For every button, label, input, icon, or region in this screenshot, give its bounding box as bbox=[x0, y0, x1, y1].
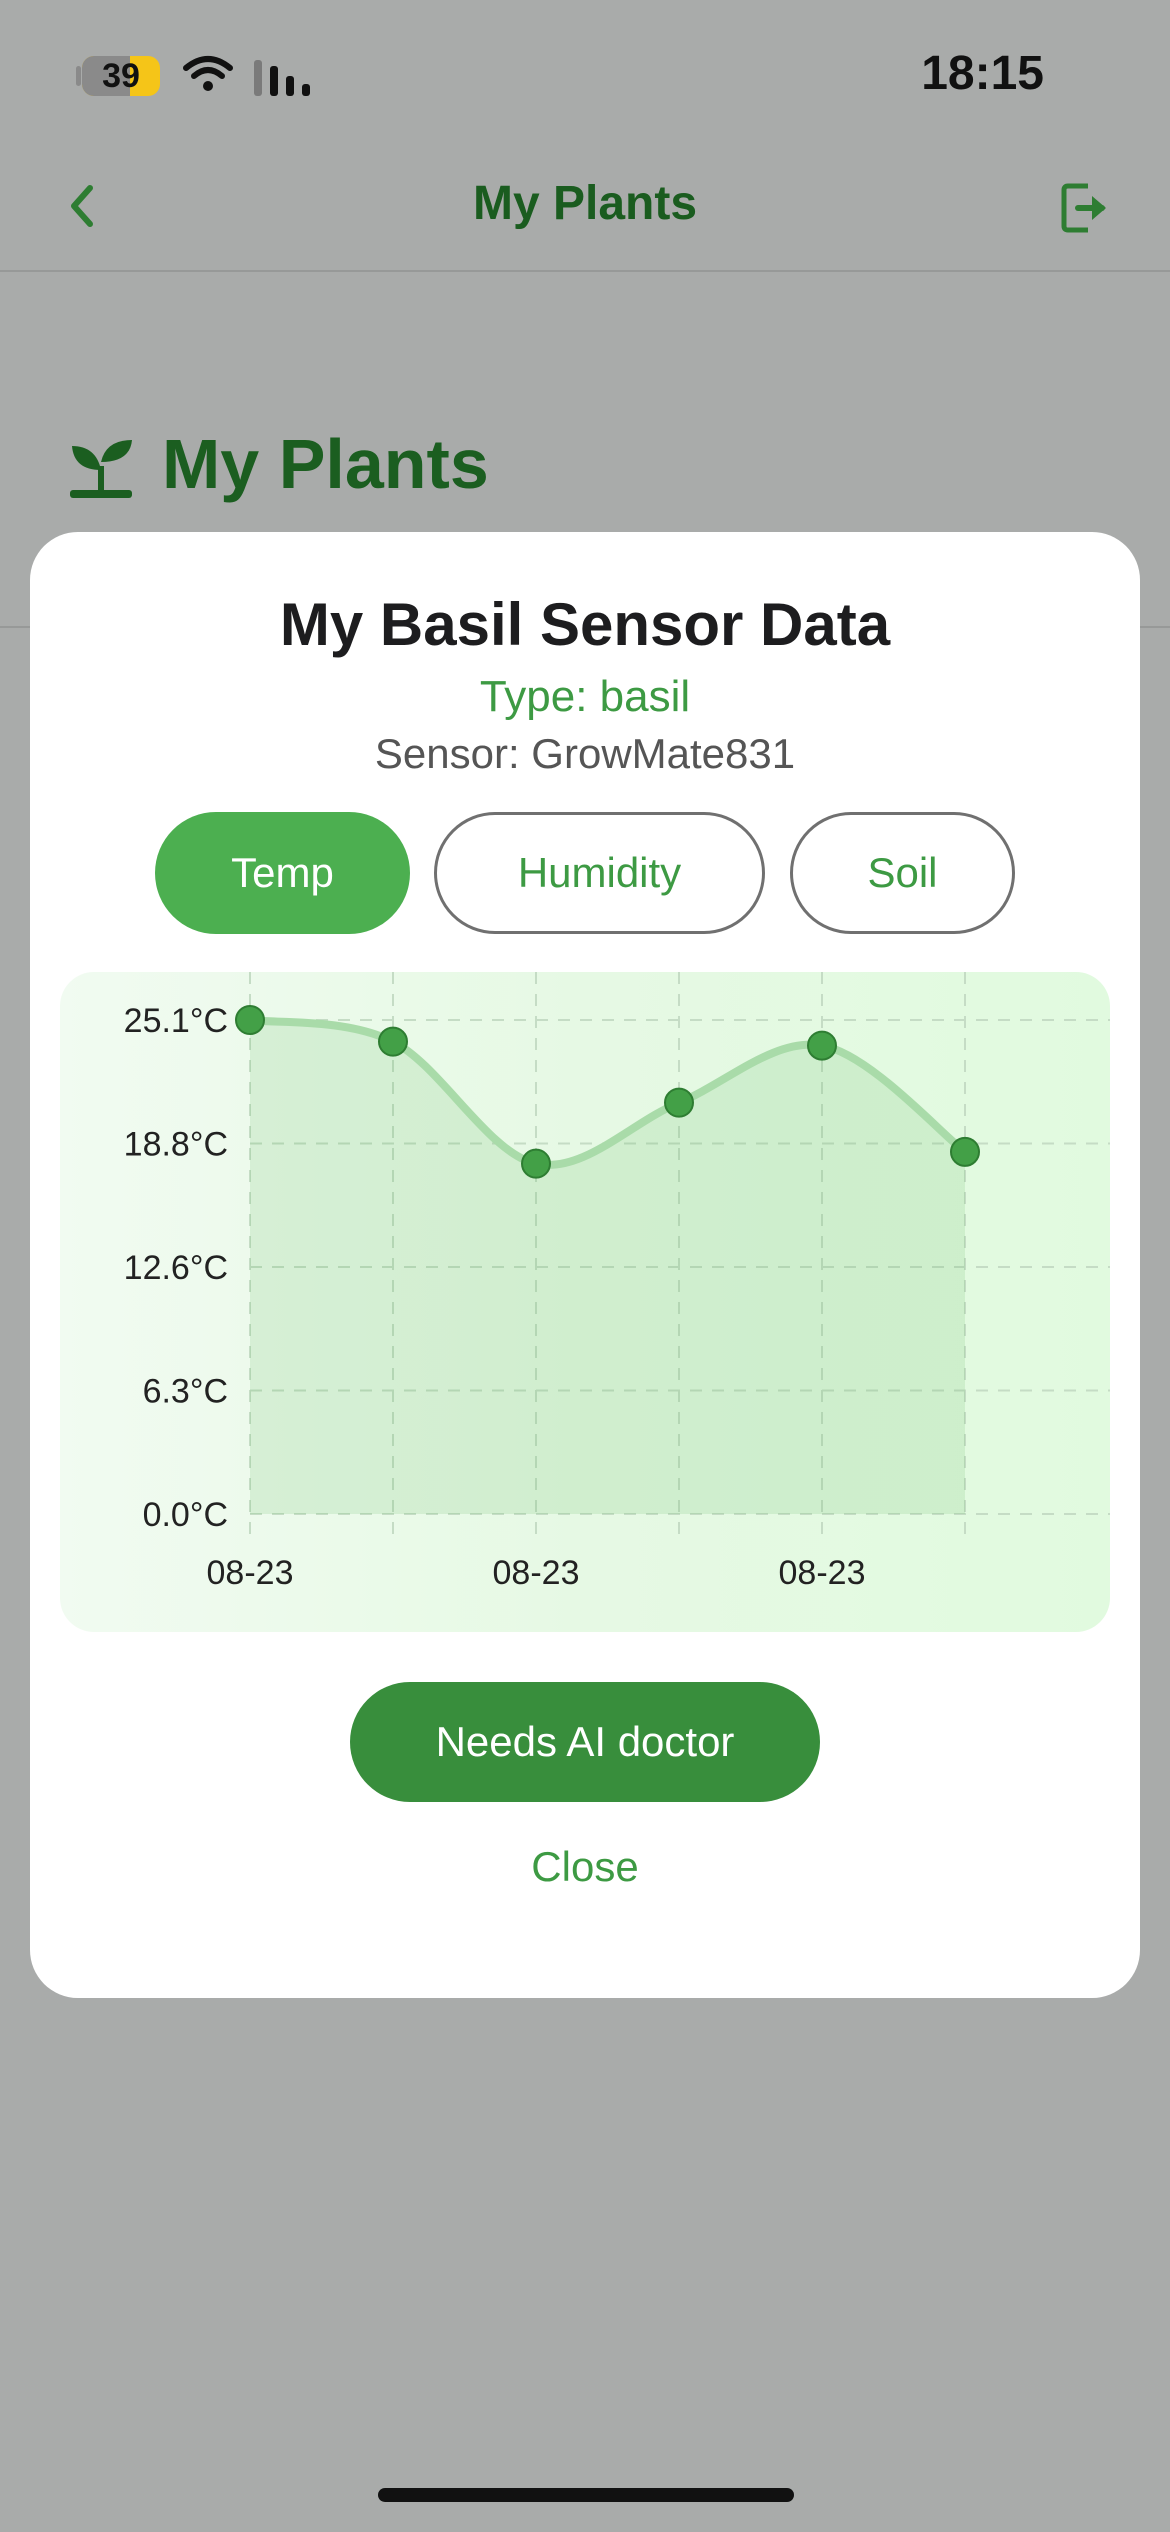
ai-doctor-button[interactable]: Needs AI doctor bbox=[350, 1682, 820, 1802]
close-button[interactable]: Close bbox=[485, 1832, 685, 1902]
status-time: 18:15 bbox=[921, 47, 1044, 100]
y-tick-label: 12.6°C bbox=[124, 1249, 228, 1287]
data-point bbox=[664, 1087, 694, 1118]
y-tick-label: 25.1°C bbox=[124, 1002, 228, 1040]
sprout-icon bbox=[70, 440, 132, 498]
series-area bbox=[250, 1020, 965, 1514]
plant-type-label: Type: basil bbox=[479, 672, 691, 721]
wifi-icon bbox=[183, 56, 233, 91]
x-tick-label: 08-23 bbox=[493, 1554, 580, 1592]
data-point bbox=[807, 1030, 837, 1061]
data-point bbox=[235, 1005, 265, 1035]
y-tick-label: 18.8°C bbox=[124, 1126, 228, 1164]
chart-svg: 25.1°C 18.8°C 12.6°C 6.3°C 0.0°C 08-23 08-23 08… bbox=[124, 972, 1110, 1592]
tab-humidity[interactable]: Humidity bbox=[434, 812, 765, 934]
home-indicator bbox=[378, 2488, 794, 2502]
page-title: My Plants bbox=[162, 425, 489, 503]
sensor-id-label: Sensor: GrowMate831 bbox=[374, 730, 796, 777]
temperature-chart: 25.1°C 18.8°C 12.6°C 6.3°C 0.0°C 08-23 08-23 08… bbox=[60, 972, 1110, 1632]
data-point bbox=[950, 1136, 980, 1167]
logout-icon[interactable] bbox=[1058, 180, 1114, 236]
x-tick-label: 08-23 bbox=[207, 1554, 294, 1592]
battery-icon: 39 bbox=[82, 56, 160, 96]
tab-soil[interactable]: Soil bbox=[790, 812, 1015, 934]
sensor-data-modal: My Basil Sensor Data Type: basil Sensor:… bbox=[30, 532, 1140, 1998]
nav-title: My Plants bbox=[472, 177, 698, 230]
battery-cap bbox=[76, 66, 81, 86]
x-tick-label: 08-23 bbox=[779, 1554, 866, 1592]
tab-temp[interactable]: Temp bbox=[155, 812, 410, 934]
cellular-signal-icon bbox=[254, 60, 310, 96]
y-tick-label: 6.3°C bbox=[143, 1373, 228, 1411]
data-point bbox=[521, 1148, 551, 1179]
y-tick-label: 0.0°C bbox=[143, 1496, 228, 1534]
modal-title: My Basil Sensor Data bbox=[279, 591, 891, 658]
battery-level: 39 bbox=[102, 57, 140, 95]
status-bar: 39 18:15 bbox=[0, 0, 1170, 150]
data-point bbox=[378, 1026, 408, 1057]
